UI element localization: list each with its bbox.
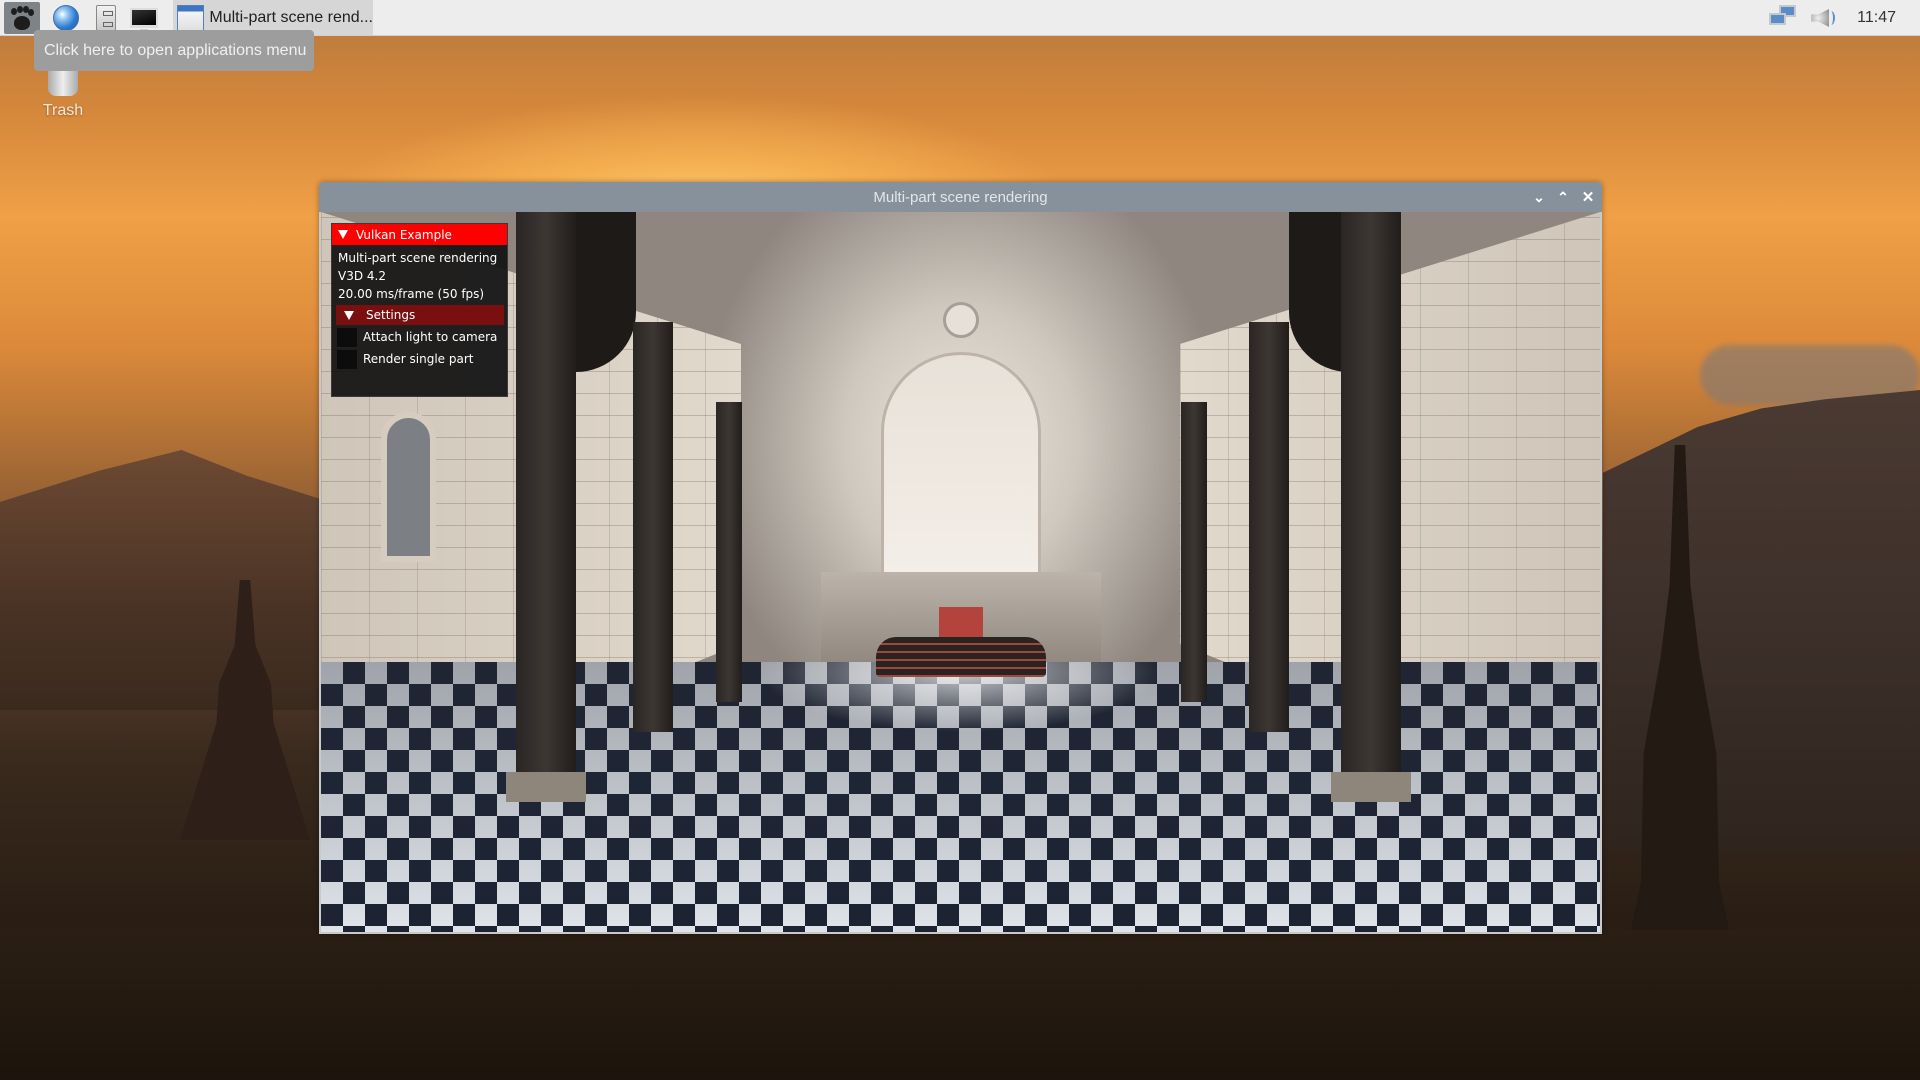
scene-pillar-base <box>1331 772 1411 802</box>
chevron-down-icon: ⌄ <box>1533 188 1545 205</box>
checkbox-box[interactable] <box>337 349 357 369</box>
scene-altar-steps <box>876 637 1046 677</box>
globe-icon <box>53 5 79 31</box>
scene-pillar-base <box>506 772 586 802</box>
scene-pillar <box>1341 212 1401 802</box>
window-icon <box>177 4 205 31</box>
tooltip-text: Click here to open applications menu <box>44 41 307 59</box>
imgui-settings-label: Settings <box>366 308 416 322</box>
scene-pillar <box>716 402 742 702</box>
wallpaper-trees <box>0 930 1920 1080</box>
imgui-text-device: V3D 4.2 <box>338 269 386 283</box>
tooltip: Click here to open applications menu <box>34 30 314 71</box>
imgui-header-label: Vulkan Example <box>356 227 452 242</box>
gnome-foot-icon <box>11 6 34 30</box>
checkbox-attach-light[interactable]: Attach light to camera <box>337 327 507 347</box>
window-titlebar[interactable]: Multi-part scene rendering ⌄ ⌃ ✕ <box>319 182 1602 212</box>
monitor-icon <box>130 8 158 33</box>
checkbox-box[interactable] <box>337 327 357 347</box>
minimize-button[interactable]: ⌄ <box>1529 187 1549 207</box>
speaker-icon[interactable] <box>1809 5 1837 31</box>
scene-pillar <box>1181 402 1207 702</box>
taskbar-window-label: Multi-part scene rend... <box>209 8 373 26</box>
scene-pillar <box>1249 322 1289 732</box>
render-viewport[interactable]: Vulkan Example Multi-part scene renderin… <box>321 212 1600 932</box>
close-icon: ✕ <box>1581 189 1595 206</box>
clock[interactable]: 11:47 <box>1857 9 1896 27</box>
scene-red-carpet <box>939 607 983 637</box>
collapse-triangle-icon <box>338 230 348 239</box>
file-cabinet-icon <box>96 5 116 31</box>
chevron-up-icon: ⌃ <box>1557 188 1569 205</box>
network-icon[interactable] <box>1769 5 1799 31</box>
scene-rose-window <box>943 302 979 338</box>
system-tray: 11:47 <box>1769 0 1920 36</box>
close-button[interactable]: ✕ <box>1578 187 1598 207</box>
window-title: Multi-part scene rendering <box>873 188 1048 206</box>
checkbox-label: Attach light to camera <box>363 330 498 344</box>
maximize-button[interactable]: ⌃ <box>1553 187 1573 207</box>
wallpaper-hill-left <box>0 450 330 710</box>
imgui-panel: Vulkan Example Multi-part scene renderin… <box>331 223 508 397</box>
imgui-text-title: Multi-part scene rendering <box>338 251 498 265</box>
imgui-header-vulkan-example[interactable]: Vulkan Example <box>332 224 507 245</box>
collapse-triangle-icon <box>344 310 354 320</box>
scene-arched-window <box>381 412 436 562</box>
scene-pillar <box>633 322 673 732</box>
checkbox-label: Render single part <box>363 352 474 366</box>
imgui-settings-header[interactable]: Settings <box>336 305 504 325</box>
checkbox-render-single-part[interactable]: Render single part <box>337 349 507 369</box>
desktop-icon-label: Trash <box>42 102 84 119</box>
scene-pillar <box>516 212 576 802</box>
imgui-text-frametime: 20.00 ms/frame (50 fps) <box>338 287 485 301</box>
applications-menu-button[interactable] <box>4 2 40 34</box>
app-window: Multi-part scene rendering ⌄ ⌃ ✕ Vulkan … <box>319 182 1602 934</box>
